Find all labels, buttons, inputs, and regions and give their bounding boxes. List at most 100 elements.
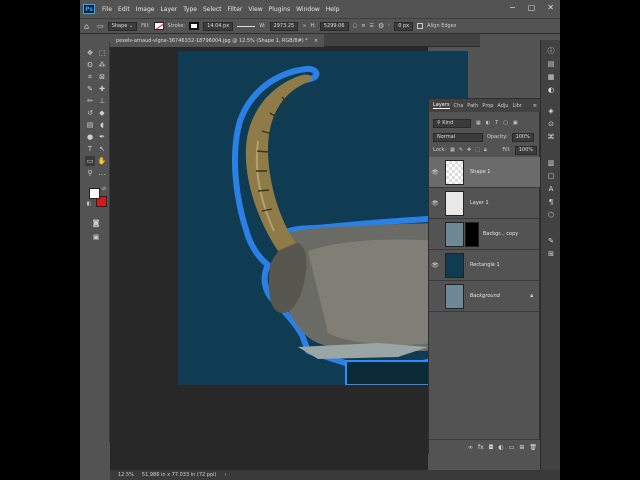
minimize-button[interactable]: − <box>509 3 516 12</box>
tool-preset-icon[interactable]: ▭ <box>97 22 104 30</box>
channels-icon[interactable]: ⊙ <box>546 119 556 129</box>
eraser-tool-icon[interactable]: ◆ <box>97 108 107 118</box>
magic-wand-icon[interactable]: ⁂ <box>97 60 107 70</box>
link-layers-icon[interactable]: ∞ <box>468 444 473 451</box>
filter-type-icon[interactable]: T <box>495 120 498 126</box>
zoom-level[interactable]: 12.5% <box>118 472 134 478</box>
menu-type[interactable]: Type <box>180 6 200 13</box>
info-icon[interactable]: ⓘ <box>546 46 556 56</box>
close-tab-icon[interactable]: × <box>314 38 318 44</box>
link-icon[interactable]: ∞ <box>302 23 306 29</box>
layer-row-shape-1[interactable]: 👁︎ Shape 1 <box>429 157 541 188</box>
trash-icon[interactable]: 🗑︎ <box>529 444 537 451</box>
tab-properties[interactable]: Prop <box>482 103 493 109</box>
menu-view[interactable]: View <box>245 6 265 13</box>
close-button[interactable]: ✕ <box>547 3 554 12</box>
quick-mask-icon[interactable]: ◙ <box>91 218 101 228</box>
corner-radius-icon[interactable]: ◜ <box>388 23 390 29</box>
visibility-eye-icon[interactable]: 👁︎ <box>429 262 441 269</box>
lock-pixels-icon[interactable]: ✎ <box>459 147 463 153</box>
comment-icon[interactable]: ▢ <box>546 171 556 181</box>
shape-tool-icon[interactable]: ▭ <box>85 156 95 166</box>
paragraph-icon[interactable]: ¶ <box>546 197 556 207</box>
lock-transparency-icon[interactable]: ▦ <box>450 147 455 153</box>
tab-channels[interactable]: Cha <box>454 103 464 109</box>
libraries-icon[interactable]: ▤ <box>546 59 556 69</box>
menu-window[interactable]: Window <box>293 6 323 13</box>
stroke-width-field[interactable]: 14.04 px <box>203 21 234 31</box>
status-arrow-icon[interactable]: › <box>225 472 227 478</box>
paths-icon[interactable]: ⌘ <box>546 132 556 142</box>
menu-layer[interactable]: Layer <box>157 6 180 13</box>
filter-shape-icon[interactable]: ▢ <box>503 120 508 126</box>
corner-radius-field[interactable]: 0 px <box>394 21 414 31</box>
brush-settings-icon[interactable]: ✎ <box>546 236 556 246</box>
lock-all-icon[interactable]: 🔒︎ <box>484 147 487 153</box>
blend-mode-select[interactable]: Normal <box>433 132 483 142</box>
properties-icon[interactable]: ▥ <box>546 158 556 168</box>
tab-adjustments[interactable]: Adju <box>497 103 508 109</box>
tab-libraries[interactable]: Libr <box>512 103 521 109</box>
layer-row-rectangle-1[interactable]: 👁︎ Rectangle 1 <box>429 250 541 281</box>
shape-mode-select[interactable]: Shape ⌄ <box>107 21 138 31</box>
filter-smart-icon[interactable]: ▣ <box>513 120 518 126</box>
lock-position-icon[interactable]: ✥ <box>467 147 471 153</box>
hand-tool-icon[interactable]: ✋ <box>97 156 107 166</box>
layer-row-layer-1[interactable]: 👁︎ Layer 1 <box>429 188 541 219</box>
gradient-tool-icon[interactable]: ▤ <box>85 120 95 130</box>
opacity-field[interactable]: 100% <box>511 132 534 142</box>
screen-mode-icon[interactable]: ▣ <box>91 232 101 242</box>
filter-kind-select[interactable]: ⚲ Kind <box>433 118 471 128</box>
swatches-icon[interactable]: ▦ <box>546 72 556 82</box>
frame-tool-icon[interactable]: ⊠ <box>97 72 107 82</box>
panel-menu-icon[interactable]: ≡ <box>533 103 537 109</box>
fill-field[interactable]: 100% <box>514 145 537 155</box>
menu-help[interactable]: Help <box>323 6 343 13</box>
visibility-eye-icon[interactable]: 👁︎ <box>429 293 441 300</box>
menu-select[interactable]: Select <box>200 6 225 13</box>
crop-tool-icon[interactable]: ⌗ <box>85 72 95 82</box>
maximize-button[interactable]: ▢ <box>528 3 536 12</box>
history-brush-icon[interactable]: ↺ <box>85 108 95 118</box>
zoom-tool-icon[interactable]: ⚲ <box>85 168 95 178</box>
layer-row-background[interactable]: 👁︎ Background 🔒︎ <box>429 281 541 312</box>
menu-image[interactable]: Image <box>133 6 158 13</box>
align-edges-checkbox[interactable] <box>417 23 424 29</box>
clone-source-icon[interactable]: ⊞ <box>546 249 556 259</box>
stroke-type-select[interactable] <box>237 25 256 27</box>
type-tool-icon[interactable]: T <box>85 144 95 154</box>
cube-icon[interactable]: ⬡ <box>546 210 556 220</box>
tab-layers[interactable]: Layers <box>433 102 450 109</box>
fx-icon[interactable]: fx <box>478 444 484 451</box>
height-field[interactable]: 5299.06 <box>319 21 349 31</box>
lock-artboard-icon[interactable]: ⬚ <box>475 147 480 153</box>
visibility-eye-icon[interactable]: 👁︎ <box>429 231 441 238</box>
eyedropper-icon[interactable]: ✎ <box>85 84 95 94</box>
menu-file[interactable]: File <box>99 6 115 13</box>
gear-icon[interactable]: ⚙ <box>378 22 384 30</box>
character-icon[interactable]: A <box>546 184 556 194</box>
filter-pixel-icon[interactable]: ▦ <box>476 120 481 126</box>
artboard-tool-icon[interactable]: ⬚ <box>97 48 107 58</box>
more-tools-icon[interactable]: … <box>97 168 107 178</box>
layers-stack-icon[interactable]: ◈ <box>546 106 556 116</box>
width-field[interactable]: 2973.25 <box>269 21 299 31</box>
adjustments-icon[interactable]: ◐ <box>546 85 556 95</box>
menu-edit[interactable]: Edit <box>115 6 133 13</box>
document-tab[interactable]: pexels-arnaud-vigne-36746332-18796004.jp… <box>110 34 325 47</box>
spot-heal-icon[interactable]: ✚ <box>97 84 107 94</box>
pen-tool-icon[interactable]: ✒ <box>97 132 107 142</box>
stroke-swatch[interactable] <box>189 22 200 30</box>
menu-filter[interactable]: Filter <box>225 6 246 13</box>
path-arrange-icon[interactable]: ☰ <box>369 23 373 29</box>
path-ops-icon[interactable]: ▢ <box>353 23 358 29</box>
stamp-tool-icon[interactable]: ⊥ <box>97 96 107 106</box>
menu-plugins[interactable]: Plugins <box>266 6 294 13</box>
path-select-icon[interactable]: ↖ <box>97 144 107 154</box>
swap-colors-icon[interactable]: ⇄ <box>99 184 109 194</box>
fill-swatch[interactable] <box>153 22 164 30</box>
blur-tool-icon[interactable]: ◖ <box>97 120 107 130</box>
adjustment-layer-icon[interactable]: ◐ <box>498 444 503 451</box>
layer-row-background-copy[interactable]: 👁︎ Backgr... copy <box>429 219 541 250</box>
add-mask-icon[interactable]: ◘ <box>489 444 494 451</box>
